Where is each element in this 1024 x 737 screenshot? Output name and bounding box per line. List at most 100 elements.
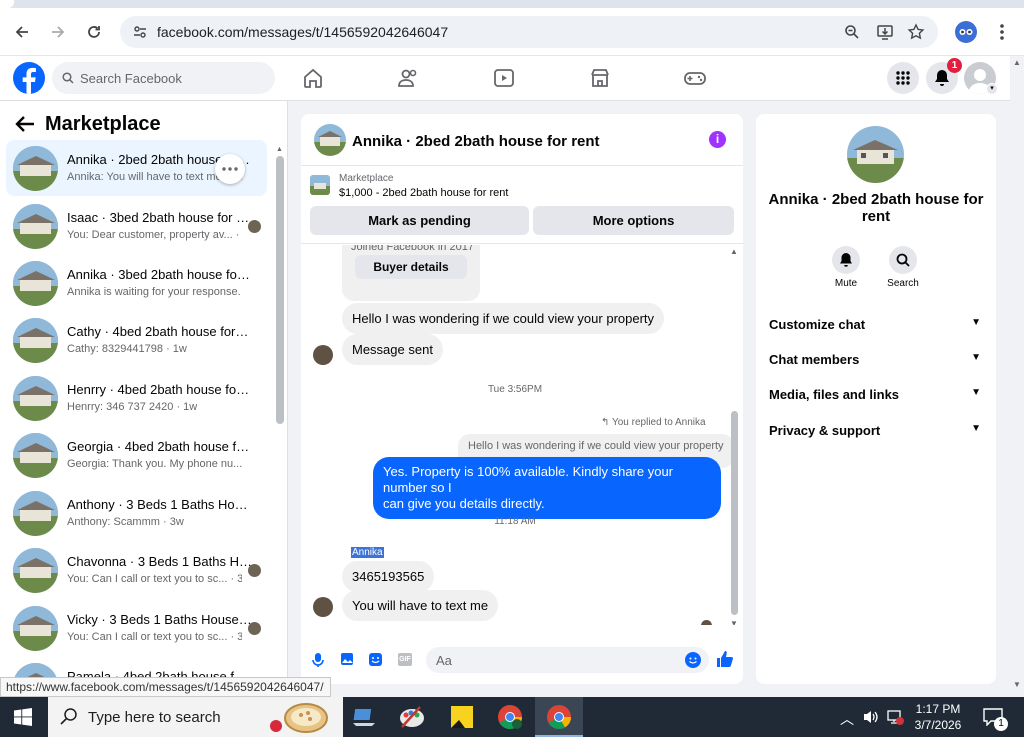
friends-icon[interactable] [396, 66, 420, 90]
emoji-icon[interactable] [685, 652, 701, 668]
my-reply-bubble[interactable]: Yes. Property is 100% available. Kindly … [373, 457, 721, 519]
conversation-item[interactable]: Chavonna · 3 Beds 1 Baths House You: Can … [6, 542, 267, 598]
bell-icon [839, 252, 853, 268]
home-icon[interactable] [301, 66, 325, 90]
message-bubble[interactable]: You will have to text me [342, 590, 499, 621]
sender-avatar[interactable] [313, 597, 333, 617]
browser-toolbar: facebook.com/messages/t/1456592042646047 [0, 8, 1024, 56]
laptop-app-icon[interactable] [350, 703, 378, 731]
clock[interactable]: 1:17 PM 3/7/2026 [912, 701, 964, 733]
facebook-logo-icon[interactable] [13, 62, 45, 94]
search-icon [60, 707, 78, 725]
chrome-profile-icon[interactable] [496, 703, 524, 731]
conversation-name: Cathy · 4bed 2bath house for rent [67, 324, 252, 339]
conversation-item[interactable]: Anthony · 3 Beds 1 Baths House... Anthony… [6, 485, 267, 541]
profile-icon[interactable] [955, 21, 977, 43]
facebook-search-input[interactable]: Search Facebook [52, 62, 275, 94]
scrollbar[interactable] [276, 156, 284, 424]
tray-chevron-icon[interactable]: ︿ [840, 709, 854, 729]
chrome-active-taskbar-button[interactable] [535, 697, 583, 737]
conversation-item[interactable]: Cathy · 4bed 2bath house for rent Cathy: … [6, 312, 267, 368]
mute-button[interactable] [832, 246, 860, 274]
info-icon[interactable]: i [709, 131, 726, 148]
conversation-preview: You: Dear customer, property av... · 1d [67, 229, 242, 241]
network-icon[interactable] [886, 708, 904, 726]
search-button[interactable] [889, 246, 917, 274]
scroll-down-icon[interactable]: ▼ [1013, 680, 1021, 689]
listing-avatar[interactable] [847, 126, 904, 183]
back-arrow-icon[interactable] [15, 115, 35, 133]
privacy-support-item[interactable]: Privacy & support ▼ [769, 423, 981, 438]
listing-desc[interactable]: $1,000 - 2bed 2bath house for rent [339, 187, 508, 199]
read-receipt-avatar [248, 220, 261, 233]
install-app-icon[interactable] [876, 23, 894, 41]
volume-icon[interactable] [862, 709, 880, 725]
taskbar-search-box[interactable]: Type here to search [48, 697, 343, 737]
microphone-icon[interactable] [311, 652, 325, 668]
joined-text: Joined Facebook in 2017 [351, 245, 474, 253]
chat-avatar[interactable] [314, 124, 346, 156]
watch-icon[interactable] [492, 66, 516, 90]
chat-info-panel: Annika · 2bed 2bath house for rent Mute S… [756, 114, 996, 684]
listing-thumb[interactable] [310, 175, 330, 195]
scroll-up-icon[interactable]: ▲ [276, 146, 283, 153]
bookmark-star-icon[interactable] [907, 23, 925, 41]
url-text[interactable]: facebook.com/messages/t/1456592042646047 [157, 24, 448, 40]
chat-members-item[interactable]: Chat members ▼ [769, 352, 981, 367]
account-chevron-icon[interactable]: ▾ [986, 83, 998, 95]
conversation-name: Georgia · 4bed 2bath house for rent [67, 439, 252, 454]
thumbs-up-icon[interactable] [716, 650, 734, 668]
read-receipt-avatar [248, 564, 261, 577]
address-bar[interactable]: facebook.com/messages/t/1456592042646047 [120, 16, 938, 48]
mark-pending-button[interactable]: Mark as pending [310, 206, 529, 235]
conversation-preview: You: Can I call or text you to sc... · 3… [67, 573, 242, 585]
back-icon[interactable] [8, 18, 36, 46]
scroll-up-icon[interactable]: ▲ [730, 247, 738, 256]
conversation-item[interactable]: Henrry · 4bed 2bath house for rent Henrry… [6, 370, 267, 426]
my-reply-line2: can give you details directly. [383, 496, 545, 511]
listing-banner: Marketplace $1,000 - 2bed 2bath house fo… [301, 166, 743, 244]
media-files-item[interactable]: Media, files and links ▼ [769, 387, 981, 402]
customize-chat-item[interactable]: Customize chat ▼ [769, 317, 981, 332]
message-bubble[interactable]: Message sent [342, 334, 443, 365]
gif-icon[interactable]: GIF [398, 653, 412, 666]
scroll-up-icon[interactable]: ▲ [1013, 58, 1021, 67]
gaming-icon[interactable] [683, 66, 707, 90]
info-title: Annika · 2bed 2bath house for rent [756, 191, 996, 225]
chat-title[interactable]: Annika · 2bed 2bath house for rent [352, 133, 600, 150]
buyer-details-button[interactable]: Buyer details [355, 255, 467, 279]
conversation-item[interactable]: Annika · 3bed 2bath house for rent Annika… [6, 255, 267, 311]
chevron-down-icon: ▼ [971, 423, 981, 434]
marketplace-icon[interactable] [588, 66, 612, 90]
forward-icon[interactable] [44, 18, 72, 46]
sticker-icon[interactable] [368, 652, 383, 667]
more-icon[interactable] [215, 154, 245, 184]
zoom-icon[interactable] [844, 24, 860, 40]
menu-grid-icon[interactable] [887, 62, 919, 94]
reload-icon[interactable] [80, 18, 108, 46]
paint-app-icon[interactable] [398, 703, 426, 731]
mute-label: Mute [834, 278, 858, 289]
conversation-item[interactable]: Pamela · 4bed 2bath house for rent [6, 657, 267, 677]
scroll-down-icon[interactable]: ▼ [730, 619, 738, 625]
site-info-icon[interactable] [132, 24, 148, 40]
conversation-item[interactable]: Georgia · 4bed 2bath house for rent Georg… [6, 427, 267, 483]
sender-avatar[interactable] [313, 345, 333, 365]
page-scrollbar[interactable]: ▲ ▼ [1010, 56, 1024, 697]
message-bubble[interactable]: Hello I was wondering if we could view y… [342, 303, 665, 334]
photo-icon[interactable] [340, 652, 354, 666]
more-options-button[interactable]: More options [533, 206, 734, 235]
windows-start-icon[interactable] [14, 708, 32, 726]
message-bubble[interactable]: 3465193565 [342, 561, 435, 592]
chat-panel: Annika · 2bed 2bath house for rent i Mar… [301, 114, 743, 684]
customize-chat-label: Customize chat [769, 317, 866, 332]
facebook-header: Search Facebook 1 ▾ [0, 56, 1010, 101]
conversation-item[interactable]: Vicky · 3 Beds 1 Baths House for rent You… [6, 600, 267, 656]
sticky-notes-icon[interactable] [448, 703, 476, 731]
chat-members-label: Chat members [769, 352, 860, 367]
scrollbar[interactable] [731, 411, 738, 615]
message-input[interactable]: Aa [426, 647, 709, 673]
chrome-menu-icon[interactable] [994, 22, 1010, 42]
conversation-item[interactable]: Isaac · 3bed 2bath house for rent You: De… [6, 198, 267, 254]
tab-strip [0, 0, 1024, 8]
